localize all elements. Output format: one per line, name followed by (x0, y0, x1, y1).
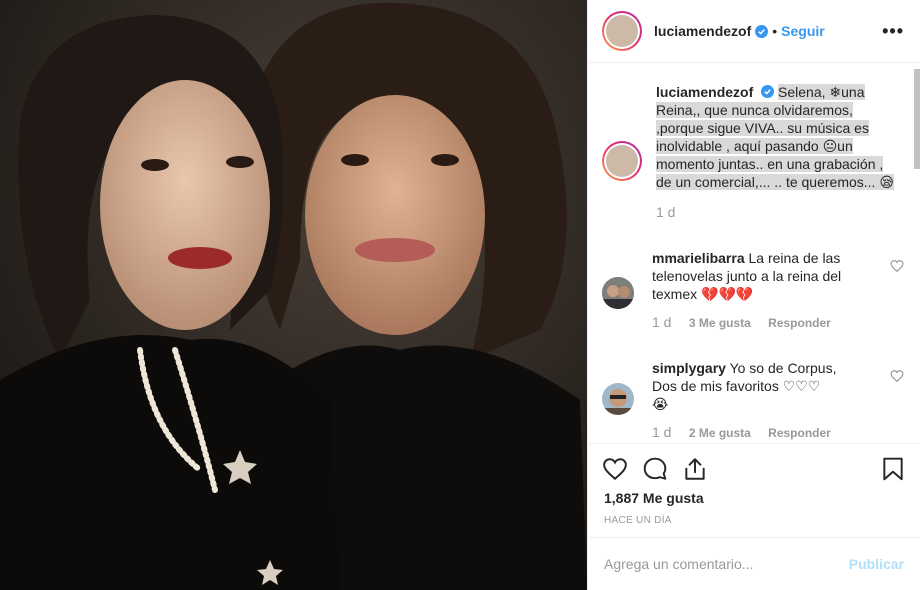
caption-username[interactable]: luciamendezof (656, 84, 753, 100)
comment-text: telenovelas junto a la reina del (652, 268, 842, 284)
share-icon[interactable] (682, 456, 708, 482)
comment-row: simplygary Yo so de Corpus, Dos de mis f… (602, 359, 904, 442)
comment-text: Dos de mis favoritos ♡♡♡ (652, 378, 821, 394)
comment-input[interactable]: Agrega un comentario... (604, 556, 753, 572)
like-comment-heart-icon[interactable] (890, 259, 904, 273)
reply-button[interactable]: Responder (768, 316, 831, 330)
commenter-username[interactable]: simplygary (652, 360, 726, 376)
comment-time[interactable]: 1 d (652, 424, 671, 440)
caption-time[interactable]: 1 d (656, 204, 675, 220)
author-username[interactable]: luciamendezof (654, 23, 751, 39)
commenter-avatar[interactable] (602, 277, 634, 309)
verified-badge-icon (755, 24, 769, 38)
comment-text: La reina de las (748, 250, 841, 266)
more-options-icon[interactable]: ••• (882, 21, 904, 42)
post-photo[interactable] (0, 0, 587, 590)
header-separator: • (772, 23, 778, 39)
caption-line: Reina,, que nunca olvidaremos, (656, 102, 853, 118)
posted-time[interactable]: HACE UN DÍA (604, 515, 672, 526)
author-avatar[interactable] (602, 11, 642, 51)
comment-likes[interactable]: 3 Me gusta (689, 316, 751, 330)
caption-avatar[interactable] (602, 141, 642, 181)
comment-likes[interactable]: 2 Me gusta (689, 426, 751, 440)
caption-line: ,porque sigue VIVA.. su música es (656, 120, 869, 136)
comment-text: Yo so de Corpus, (729, 360, 837, 376)
scrollbar-thumb[interactable] (914, 69, 920, 169)
publish-button[interactable]: Publicar (849, 556, 904, 572)
post-header: luciamendezof • Seguir ••• (588, 0, 920, 63)
like-comment-heart-icon[interactable] (890, 369, 904, 383)
caption-line: inolvidable , aquí pasando 😐un (656, 138, 853, 154)
commenter-avatar[interactable] (602, 383, 634, 415)
caption-line: momento juntas.. en una grabación , (656, 156, 884, 172)
post-actions (588, 443, 920, 495)
save-bookmark-icon[interactable] (880, 456, 906, 482)
verified-badge-icon (761, 85, 775, 98)
comment-text: 😭 (652, 396, 669, 412)
likes-count[interactable]: 1,887 Me gusta (604, 490, 704, 506)
like-heart-icon[interactable] (602, 456, 628, 482)
post-sidebar: luciamendezof • Seguir ••• luciamendezof (587, 0, 920, 590)
comment-text: texmex 💔💔💔 (652, 286, 754, 302)
caption-row: luciamendezof Selena, ❄una Reina,, que n… (602, 83, 904, 222)
reply-button[interactable]: Responder (768, 426, 831, 440)
add-comment-bar: Agrega un comentario... Publicar (588, 537, 920, 590)
post-image (0, 0, 587, 590)
follow-button[interactable]: Seguir (781, 23, 825, 39)
comments-scrollbar[interactable] (914, 63, 920, 443)
instagram-post: luciamendezof • Seguir ••• luciamendezof (0, 0, 920, 590)
comments-list[interactable]: luciamendezof Selena, ❄una Reina,, que n… (588, 63, 920, 443)
commenter-username[interactable]: mmarielibarra (652, 250, 745, 266)
comment-row: mmarielibarra La reina de las telenovela… (602, 249, 904, 332)
comment-icon[interactable] (642, 456, 668, 482)
comment-time[interactable]: 1 d (652, 314, 671, 330)
caption-line: de un comercial,... .. te queremos... 😪 (656, 174, 894, 190)
caption-line: Selena, ❄una (778, 84, 865, 100)
